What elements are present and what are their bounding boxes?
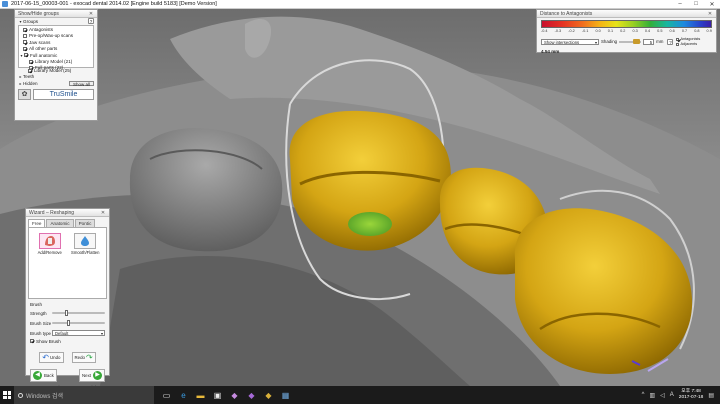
minimize-button[interactable]: – — [672, 0, 688, 9]
app-icon-1[interactable]: ◆ — [228, 389, 241, 402]
show-hide-groups-panel: Show/Hide groups ✕ ▾ Groups ? Antagonist… — [14, 9, 98, 121]
taskbar-search-placeholder: Windows 검색 — [26, 393, 64, 400]
app-icon-3[interactable]: ◆ — [262, 389, 275, 402]
add-remove-tool[interactable]: Add/Remove — [35, 233, 65, 255]
window-titlebar: 2017-06-15_00003-001 - exocad dental 201… — [0, 0, 720, 9]
brush-type-label: Brush type — [30, 330, 51, 336]
smooth-flatten-icon — [74, 233, 97, 249]
add-remove-label: Add/Remove — [37, 250, 62, 255]
tab-pontic[interactable]: Pontic — [74, 219, 96, 227]
store-icon[interactable]: ▣ — [211, 389, 224, 402]
task-view-icon[interactable]: ▭ — [160, 389, 173, 402]
start-button[interactable] — [0, 386, 14, 404]
checkbox[interactable] — [23, 46, 27, 51]
tab-free[interactable]: Free — [28, 219, 46, 227]
smooth-flatten-label: Smooth/Flatten — [71, 250, 100, 255]
wizard-close-button[interactable]: ✕ — [100, 210, 106, 216]
network-icon[interactable]: ▥ — [649, 392, 655, 399]
antagonists-checkbox[interactable] — [676, 37, 680, 41]
wizard-reshaping-panel: Wizard – Reshaping ✕ Free Anatomic Ponti… — [25, 208, 110, 390]
search-icon — [18, 392, 23, 398]
add-remove-icon — [38, 233, 61, 249]
contact-area — [348, 212, 392, 236]
windows-taskbar: Windows 검색 ▭ e ▬ ▣ ◆ ◆ ◆ ▦ ^ ▥ ◁ A 오후 7:… — [0, 386, 720, 404]
shading-slider-thumb[interactable] — [633, 39, 641, 45]
groups-panel-close-button[interactable]: ✕ — [88, 11, 94, 17]
strength-label: Strength — [30, 310, 47, 316]
show-brush-label: Show Brush — [36, 338, 61, 344]
wizard-title: Wizard – Reshaping — [29, 209, 75, 216]
distance-readout: 4.54 mm — [541, 48, 560, 54]
file-explorer-icon[interactable]: ▬ — [194, 389, 207, 402]
notifications-icon[interactable]: ▤ — [708, 392, 714, 399]
exocad-app-icon — [2, 1, 8, 7]
next-arrow-icon: ▶ — [93, 371, 102, 381]
exocad-taskbar-icon[interactable]: ▦ — [279, 389, 292, 402]
adjacents-toggle[interactable]: Adjacents — [676, 42, 700, 47]
groups-tree: Antagonists Pre-op/Wax-up scans Jaw scan… — [18, 25, 94, 70]
checkbox[interactable] — [23, 27, 27, 32]
redo-arrow-icon: ↷ — [86, 353, 93, 363]
smooth-flatten-tool[interactable]: Smooth/Flatten — [71, 233, 101, 255]
distance-color-scale — [541, 20, 712, 28]
checkbox[interactable] — [24, 53, 28, 58]
adjacents-checkbox[interactable] — [676, 42, 680, 46]
unit-label: mm — [656, 39, 664, 45]
checkbox[interactable] — [28, 68, 32, 73]
back-button[interactable]: ◀ Back — [30, 369, 57, 383]
brush-type-select[interactable]: Default — [52, 330, 105, 337]
back-arrow-icon: ◀ — [33, 371, 42, 381]
taskbar-search[interactable]: Windows 검색 — [14, 386, 154, 404]
strength-slider[interactable] — [52, 310, 105, 316]
next-button[interactable]: Next ▶ — [78, 369, 105, 383]
brush-size-slider[interactable] — [52, 320, 105, 326]
redo-button[interactable]: Redo ↷ — [71, 352, 96, 364]
trusmile-button[interactable]: TruSmile — [33, 88, 94, 100]
show-all-button[interactable]: Show all — [68, 80, 94, 86]
teeth-section-label: Teeth — [23, 74, 35, 80]
legend-close-button[interactable]: ✕ — [707, 11, 713, 17]
strength-slider-thumb[interactable] — [65, 310, 69, 316]
groups-panel-title: Show/Hide groups — [18, 10, 59, 17]
distance-legend-panel: Distance to Antagonists ✕ -0.4 -0.3 -0.2… — [536, 9, 717, 54]
tab-anatomic[interactable]: Anatomic — [46, 219, 74, 227]
brush-size-slider-thumb[interactable] — [66, 320, 70, 326]
windows-logo-icon — [3, 391, 11, 399]
brush-size-label: Brush Size — [30, 320, 52, 326]
legend-title: Distance to Antagonists — [540, 10, 593, 17]
reshaping-free-tab-content: Add/Remove Smooth/Flatten — [28, 227, 107, 299]
undo-arrow-icon: ↶ — [42, 353, 49, 363]
legend-help-button[interactable]: ? — [667, 38, 674, 45]
window-title: 2017-06-15_00003-001 - exocad dental 201… — [11, 1, 217, 7]
groups-help-button[interactable]: ? — [88, 18, 94, 25]
clock-date: 2017-07-18 — [678, 395, 704, 400]
checkbox[interactable] — [23, 33, 27, 38]
shading-slider[interactable] — [619, 39, 642, 45]
tray-up-arrow-icon[interactable]: ^ — [642, 392, 645, 398]
antagonists-toggle[interactable]: Antagonists — [676, 37, 700, 42]
taskbar-clock[interactable]: 오후 7:48 2017-07-18 — [679, 389, 704, 401]
brush-section-label: Brush — [30, 302, 43, 307]
edge-browser-icon[interactable]: e — [177, 389, 190, 402]
checkbox[interactable] — [23, 40, 27, 45]
tooth-view-icon[interactable]: ✿ — [18, 88, 31, 100]
groups-section-label: Groups — [23, 18, 39, 24]
close-button[interactable]: ✕ — [704, 0, 720, 9]
shading-value-input[interactable]: 5 — [643, 38, 655, 45]
color-scale-ticks: -0.4 -0.3 -0.2 -0.1 0.0 0.1 0.2 0.3 0.4 … — [541, 29, 712, 33]
volume-icon[interactable]: ◁ — [660, 392, 665, 399]
checkbox[interactable] — [29, 59, 33, 64]
app-icon-2[interactable]: ◆ — [245, 389, 258, 402]
input-language-indicator[interactable]: A — [670, 392, 674, 398]
show-brush-checkbox[interactable] — [30, 339, 34, 344]
intersections-select[interactable]: Show intersections — [541, 38, 599, 45]
shading-label: Shading — [601, 39, 618, 45]
hidden-section-label: Hidden — [23, 80, 38, 86]
undo-button[interactable]: ↶ Undo — [39, 352, 64, 364]
maximize-button[interactable]: □ — [688, 0, 704, 9]
